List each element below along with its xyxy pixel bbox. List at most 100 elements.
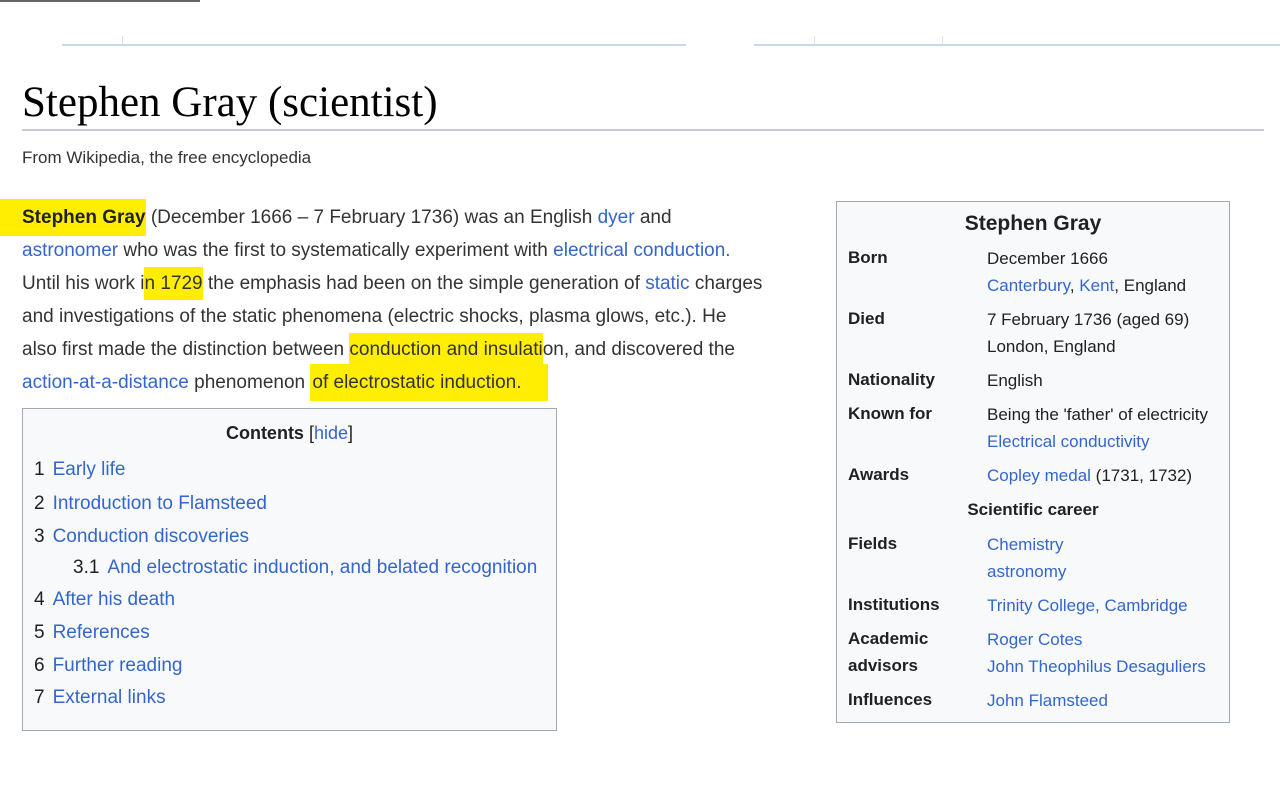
link-desaguliers[interactable]: John Theophilus Desaguliers [987,657,1206,676]
lead-text: on, and discovered the [542,339,735,360]
infobox-section-career: Scientific career [967,500,1099,519]
toc-number: 1 [34,459,45,480]
link-trinity-college[interactable]: Trinity College, Cambridge [987,596,1188,615]
highlight-1729: n 1729 [144,267,203,300]
toc-bracket: ] [348,423,354,443]
link-canterbury[interactable]: Canterbury [987,276,1070,295]
lead-text: who was the first to systematically expe… [118,240,554,261]
lead-line-5: also first made the distinction between … [22,333,822,366]
toc-link[interactable]: And electrostatic induction, and belated… [107,557,537,578]
lead-paragraph: Stephen Gray (December 1666 – 7 February… [0,199,822,401]
link-electrical-conductivity[interactable]: Electrical conductivity [987,432,1150,451]
infobox-label-advisors: advisors [848,656,918,675]
lead-line-3: Until his work in 1729 the emphasis had … [22,267,822,300]
infobox-nationality: English [987,371,1043,390]
toc-number: 4 [34,589,45,610]
lead-text: Until his work i [22,273,145,294]
infobox-born-date: December 1666 [987,249,1108,268]
toc-number: 3 [34,526,45,547]
infobox-awards: Copley medal (1731, 1732) [987,462,1192,489]
toc-item-flamsteed[interactable]: 2 Introduction to Flamsteed [34,493,267,515]
title-divider [22,129,1264,131]
infobox-text: , England [1114,276,1187,295]
infobox-label-nationality: Nationality [848,370,935,389]
toc-item-electrostatic-induction[interactable]: 3.1 And electrostatic induction, and bela… [73,557,537,579]
infobox-label-influences: Influences [848,690,933,709]
toc-number: 3.1 [73,557,100,578]
toc-item-external-links[interactable]: 7 External links [34,687,166,709]
toc-link[interactable]: References [53,622,150,643]
table-of-contents: Contents [hide] 1 Early life 2 Introductio… [22,408,557,731]
infobox-known-for-2: Electrical conductivity [987,428,1150,455]
lead-line-2: astronomer who was the first to systemat… [22,234,822,267]
toc-item-conduction[interactable]: 3 Conduction discoveries [34,526,249,548]
infobox-died-date: 7 February 1736 (aged 69) [987,310,1190,329]
link-static[interactable]: static [645,273,689,294]
infobox-fields-2: astronomy [987,558,1066,585]
lead-text: phenomenon [188,372,311,393]
toc-item-after-death[interactable]: 4 After his death [34,589,175,611]
toc-number: 6 [34,655,45,676]
toc-link[interactable]: Further reading [53,655,183,676]
infobox-label-died: Died [848,309,885,328]
toc-link[interactable]: After his death [53,589,176,610]
toc-link[interactable]: Conduction discoveries [53,526,249,547]
infobox-text: , [1069,276,1080,295]
lead-line-1: Stephen Gray (December 1666 – 7 February… [0,199,822,236]
toc-link[interactable]: Early life [53,459,126,480]
link-action-at-a-distance[interactable]: action-at-a-distance [22,372,189,393]
infobox-title: Stephen Gray [964,212,1102,235]
toc-header: Contents [hide] [23,423,556,444]
toc-item-early-life[interactable]: 1 Early life [34,459,125,481]
link-copley-medal[interactable]: Copley medal [987,466,1091,485]
link-electrical-conduction[interactable]: electrical conduction. [553,240,730,261]
link-john-flamsteed[interactable]: John Flamsteed [987,691,1108,710]
toc-number: 2 [34,493,45,514]
link-kent[interactable]: Kent [1079,276,1114,295]
lead-text: the emphasis had been on the simple gene… [202,273,646,294]
lead-line-4: and investigations of the static phenome… [22,306,727,327]
infobox-label-awards: Awards [848,465,910,484]
infobox-text: (1731, 1732) [1090,466,1193,485]
infobox-born-place: Canterbury, Kent, England [987,272,1186,299]
toc-item-references[interactable]: 5 References [34,622,150,644]
link-dyer[interactable]: dyer [598,207,635,228]
lead-text: (December 1666 – 7 February 1736) was an… [145,207,598,228]
infobox-institutions: Trinity College, Cambridge [987,592,1188,619]
infobox-advisor-1: Roger Cotes [987,626,1082,653]
toc-hide-link[interactable]: hide [314,423,348,443]
infobox-died-place: London, England [987,337,1116,356]
lead-text: charges [689,273,763,294]
subject-name: Stephen Gray [0,199,146,236]
infobox-influences: John Flamsteed [987,687,1108,714]
tab-article[interactable] [62,36,686,46]
highlight-conduction-insulation: conduction and insulati [349,333,543,366]
highlight-electrostatic-induction: of electrostatic induction. [310,364,548,401]
top-tab-bar [0,0,1280,46]
infobox-known-for-1: Being the 'father' of electricity [987,405,1208,424]
lead-text: and [634,207,672,228]
link-astronomy[interactable]: astronomy [987,562,1066,581]
toc-link[interactable]: External links [53,687,166,708]
page-title: Stephen Gray (scientist) [22,79,438,126]
infobox-label-known-for: Known for [848,404,933,423]
tab-read[interactable] [754,36,1280,46]
toc-number: 7 [34,687,45,708]
toc-number: 5 [34,622,45,643]
toc-item-further-reading[interactable]: 6 Further reading [34,655,182,677]
top-edge-line [0,0,200,2]
infobox: Stephen Gray Born December 1666 Canterbu… [836,201,1230,723]
lead-text: also first made the distinction between [22,339,350,360]
link-roger-cotes[interactable]: Roger Cotes [987,630,1082,649]
toc-title: Contents [225,423,304,443]
infobox-label-fields: Fields [848,534,898,553]
lead-line-6: action-at-a-distance phenomenon of elect… [22,364,822,401]
site-tagline: From Wikipedia, the free encyclopedia [22,148,312,167]
link-astronomer[interactable]: astronomer [22,240,118,261]
infobox-fields-1: Chemistry [987,531,1064,558]
link-chemistry[interactable]: Chemistry [987,535,1064,554]
infobox-label-born: Born [848,248,888,267]
toc-link[interactable]: Introduction to Flamsteed [53,493,267,514]
infobox-label-institutions: Institutions [848,595,940,614]
infobox-advisor-2: John Theophilus Desaguliers [987,653,1206,680]
